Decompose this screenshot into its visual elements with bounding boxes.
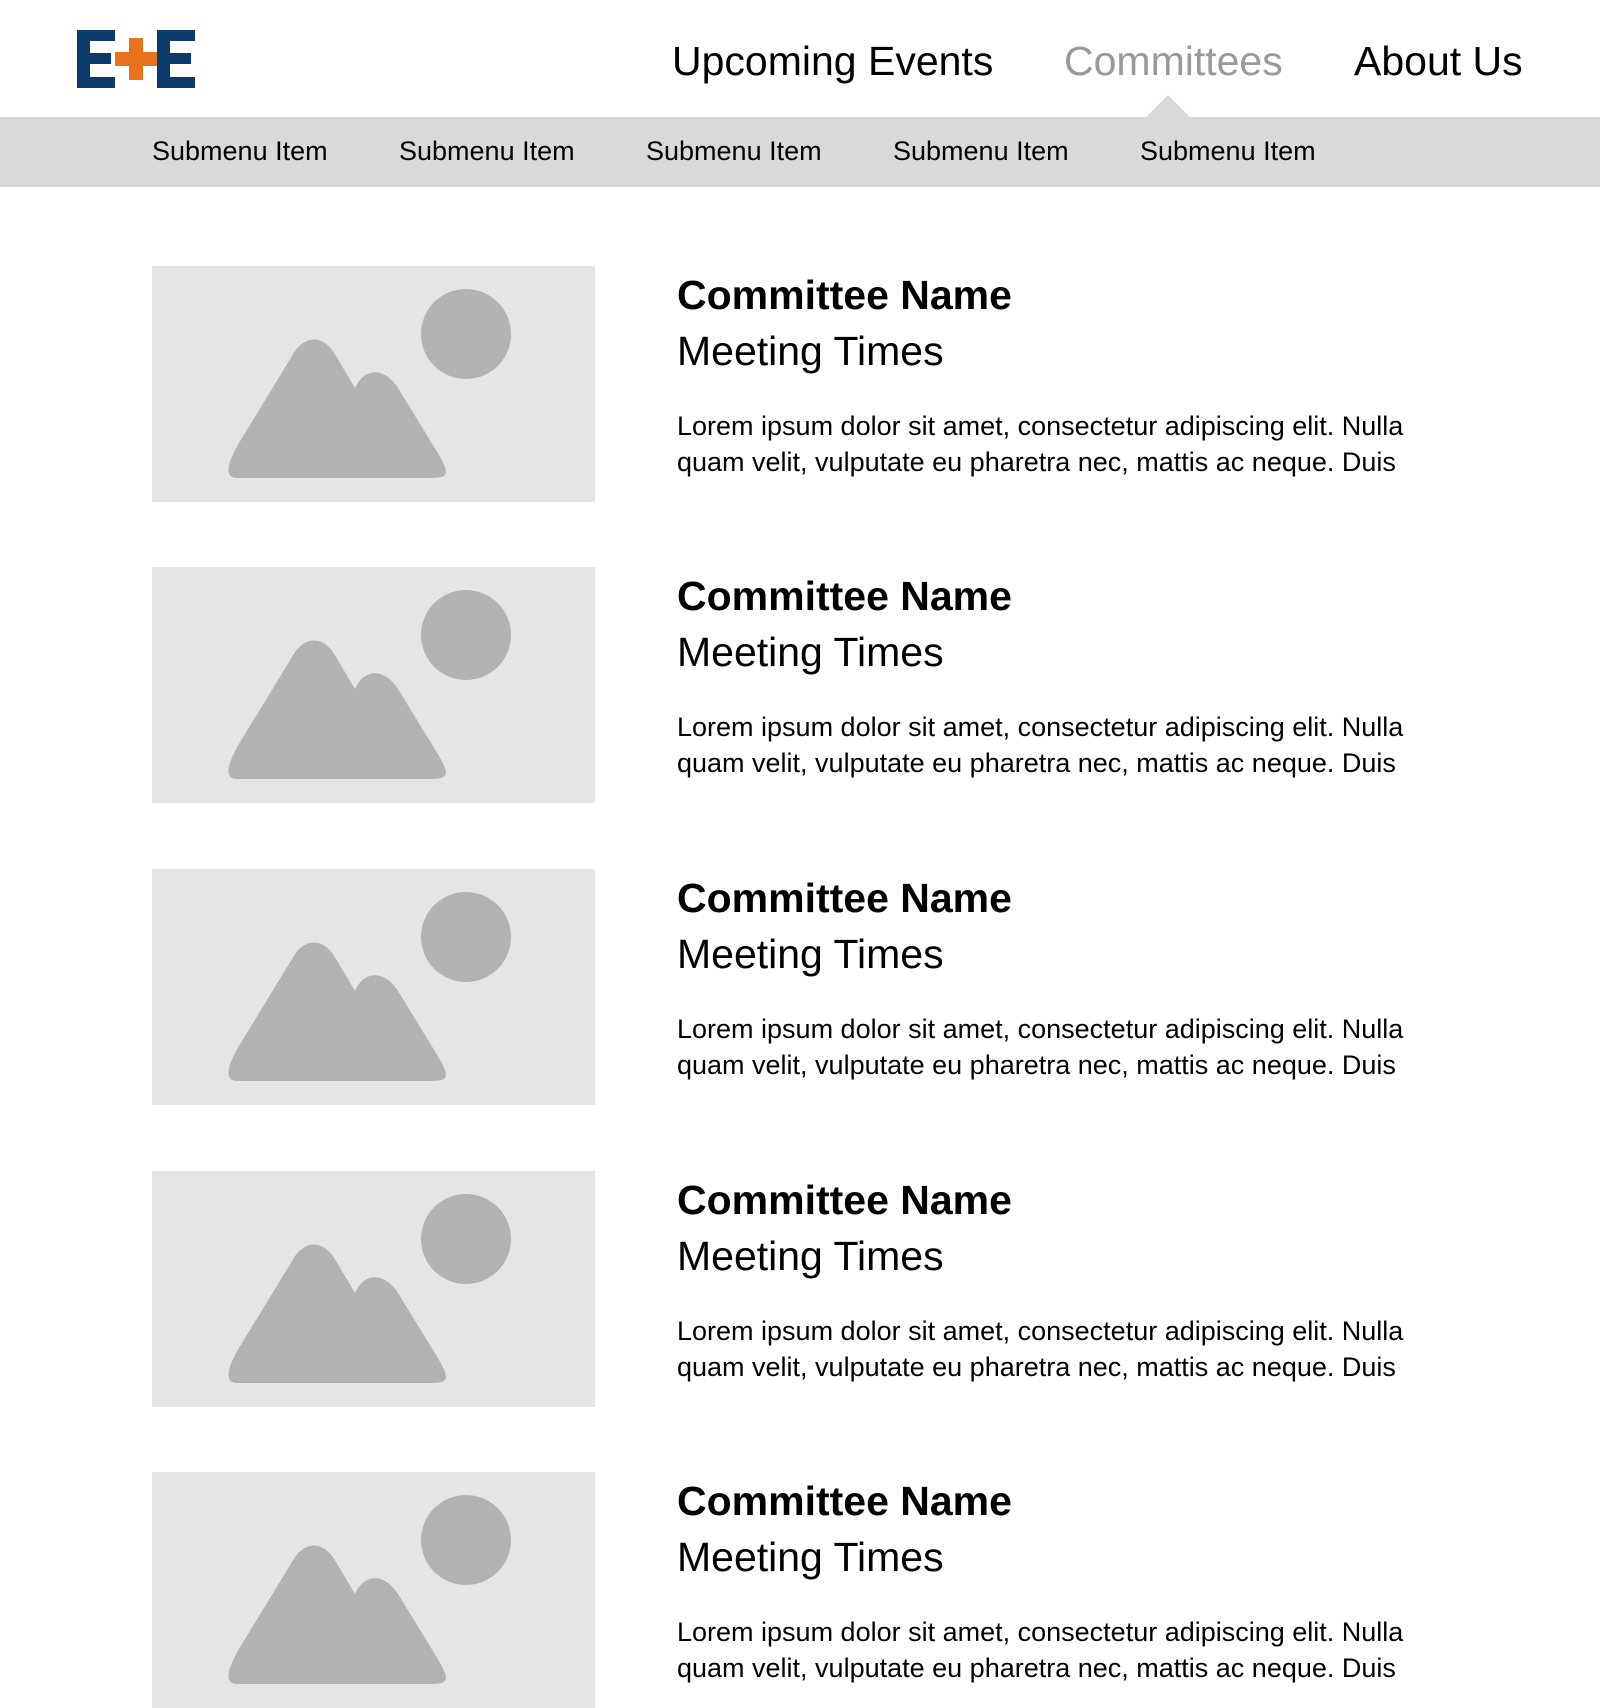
nav-upcoming-events[interactable]: Upcoming Events [672, 36, 993, 86]
nav-about-us[interactable]: About Us [1354, 36, 1523, 86]
submenu-item[interactable]: Submenu Item [893, 134, 1069, 168]
committee-card[interactable]: Committee Name Meeting Times Lorem ipsum… [0, 266, 1600, 502]
committee-description: Lorem ipsum dolor sit amet, consectetur … [677, 1014, 1404, 1080]
committee-card[interactable]: Committee Name Meeting Times Lorem ipsum… [0, 567, 1600, 803]
committee-image [152, 1171, 595, 1407]
image-placeholder-icon [228, 1194, 511, 1383]
image-placeholder-icon [228, 590, 511, 779]
committee-description: Lorem ipsum dolor sit amet, consectetur … [677, 411, 1404, 477]
committee-name: Committee Name [677, 1478, 1012, 1524]
active-nav-caret [1146, 95, 1190, 117]
nav-committees[interactable]: Committees [1064, 36, 1283, 86]
meeting-times: Meeting Times [677, 931, 944, 977]
committee-card[interactable]: Committee Name Meeting Times Lorem ipsum… [0, 1171, 1600, 1407]
committee-description: Lorem ipsum dolor sit amet, consectetur … [677, 712, 1404, 778]
image-placeholder-icon [228, 289, 511, 478]
site-header: Upcoming Events Committees About Us [0, 0, 1600, 117]
committee-name: Committee Name [677, 573, 1012, 619]
committee-description: Lorem ipsum dolor sit amet, consectetur … [677, 1316, 1404, 1382]
image-placeholder-icon [228, 892, 511, 1081]
meeting-times: Meeting Times [677, 629, 944, 675]
submenu-item[interactable]: Submenu Item [152, 134, 328, 168]
committee-description: Lorem ipsum dolor sit amet, consectetur … [677, 1617, 1404, 1683]
committee-image [152, 869, 595, 1105]
committee-card[interactable]: Committee Name Meeting Times Lorem ipsum… [0, 869, 1600, 1105]
image-placeholder-icon [228, 1495, 511, 1684]
committee-image [152, 1472, 595, 1708]
submenu-item[interactable]: Submenu Item [646, 134, 822, 168]
site-logo[interactable] [77, 30, 195, 88]
committee-name: Committee Name [677, 1177, 1012, 1223]
committee-image [152, 567, 595, 803]
submenu-item[interactable]: Submenu Item [399, 134, 575, 168]
committee-name: Committee Name [677, 875, 1012, 921]
committee-name: Committee Name [677, 272, 1012, 318]
meeting-times: Meeting Times [677, 1233, 944, 1279]
committee-image [152, 266, 595, 502]
submenu-item[interactable]: Submenu Item [1140, 134, 1316, 168]
e-plus-e-logo-icon [77, 30, 195, 88]
meeting-times: Meeting Times [677, 328, 944, 374]
meeting-times: Meeting Times [677, 1534, 944, 1580]
committee-card[interactable]: Committee Name Meeting Times Lorem ipsum… [0, 1472, 1600, 1708]
